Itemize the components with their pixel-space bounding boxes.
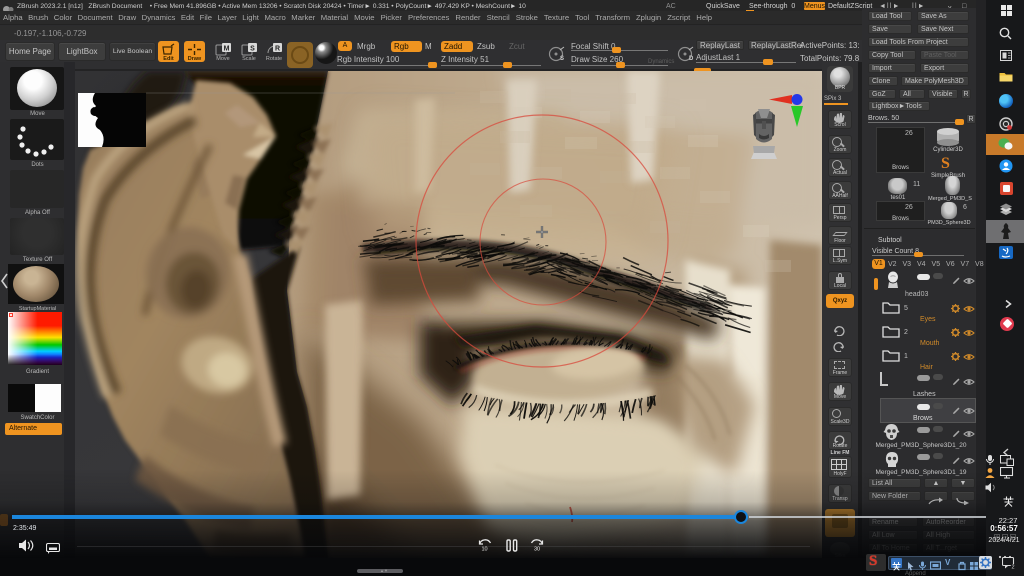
svg-text:Scale: Scale	[242, 56, 256, 62]
svg-text:S: S	[250, 46, 255, 53]
svg-text:30: 30	[534, 547, 540, 553]
svg-text:Draw: Draw	[188, 56, 202, 62]
svg-text:R: R	[275, 46, 280, 53]
svg-text:S: S	[560, 56, 564, 62]
svg-text:M: M	[224, 46, 230, 53]
svg-text:D: D	[689, 56, 694, 62]
svg-text:Rotate: Rotate	[266, 56, 282, 62]
svg-text:10: 10	[481, 547, 487, 553]
svg-text:2: 2	[1011, 565, 1014, 570]
svg-text:Move: Move	[216, 56, 229, 62]
svg-text:Edit: Edit	[163, 56, 174, 62]
